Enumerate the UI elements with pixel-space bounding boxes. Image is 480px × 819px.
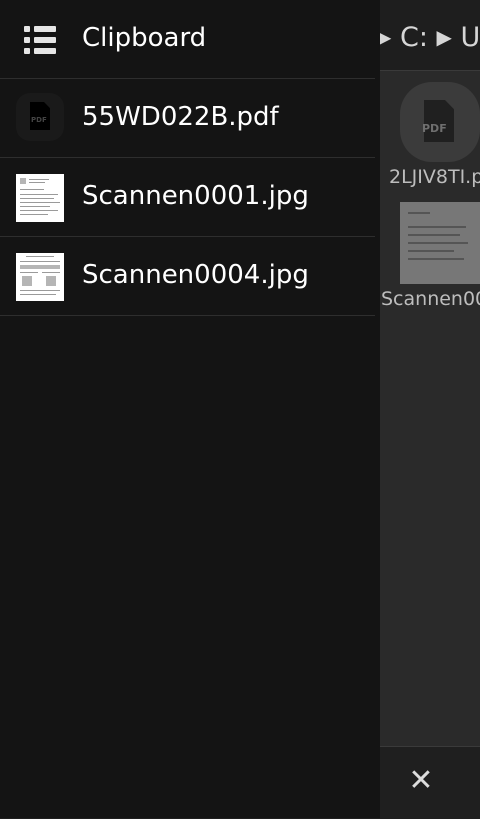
pdf-file-icon: PDF — [16, 93, 64, 141]
breadcrumb-next[interactable]: U — [461, 22, 480, 53]
pdf-label: PDF — [422, 122, 447, 135]
close-icon[interactable]: ✕ — [406, 762, 436, 800]
file-name[interactable]: 2LJIV8TI.pc — [389, 166, 480, 188]
image-thumbnail — [16, 174, 64, 222]
clipboard-header: Clipboard — [0, 0, 375, 79]
clipboard-drawer: Clipboard 55WD022B.pdf PDF Scannen0001.j… — [0, 0, 380, 818]
document-shape — [424, 100, 454, 142]
image-thumbnail[interactable] — [400, 202, 480, 284]
clipboard-item-name: Scannen0001.jpg — [82, 181, 309, 211]
breadcrumb-arrow-icon: ▶ — [436, 25, 452, 49]
clipboard-item-name: Scannen0004.jpg — [82, 260, 309, 290]
list-icon — [24, 26, 56, 54]
clipboard-title: Clipboard — [82, 23, 207, 53]
pdf-file-icon[interactable]: PDF — [400, 82, 480, 162]
breadcrumb-drive[interactable]: C: — [400, 22, 428, 53]
file-name[interactable]: Scannen000 — [381, 288, 480, 310]
breadcrumb: ▶ C: ▶ U — [376, 22, 480, 53]
image-thumbnail — [16, 253, 64, 301]
pdf-label: PDF — [31, 116, 47, 124]
clipboard-item-name: 55WD022B.pdf — [82, 102, 279, 132]
